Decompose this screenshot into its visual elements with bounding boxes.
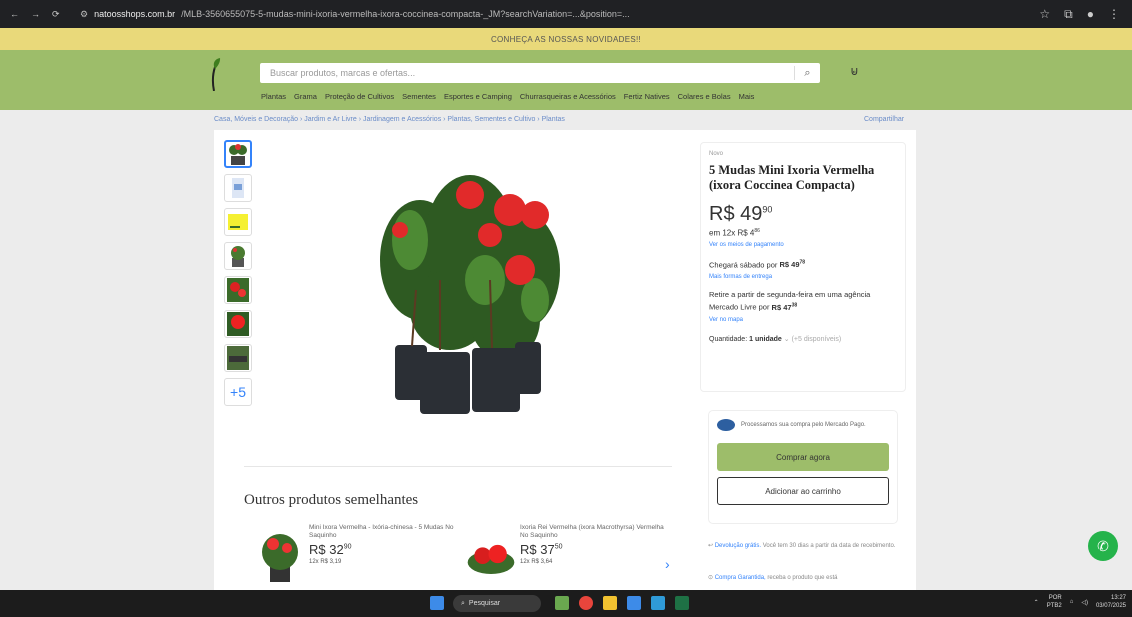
similar-products-title: Outros produtos semelhantes: [244, 492, 419, 508]
similar-product-title[interactable]: Ixoria Rei Vermelha (ixora Macrothyrsa) …: [520, 524, 666, 540]
buy-box: Novo 5 Mudas Mini Ixoria Vermelha (ixora…: [700, 142, 906, 392]
share-link[interactable]: Compartilhar: [864, 116, 904, 123]
taskbar-apps: [555, 596, 689, 610]
category-link[interactable]: Mais: [739, 92, 755, 101]
network-icon[interactable]: ⌂: [1070, 599, 1074, 605]
taskbar-pinned: [430, 596, 444, 610]
url-domain: natoosshops.com.br: [94, 9, 176, 19]
similar-product-price: R$ 3750: [520, 542, 563, 557]
bookmark-star-icon[interactable]: ☆: [1039, 7, 1050, 22]
site-logo[interactable]: [207, 57, 221, 91]
thumbnail-image[interactable]: [224, 344, 252, 372]
thumbnail-image[interactable]: [224, 310, 252, 338]
category-nav: Plantas Grama Proteção de Cultivos Semen…: [261, 92, 754, 101]
reload-icon[interactable]: ⟳: [52, 9, 60, 20]
whatsapp-icon[interactable]: ✆: [1088, 531, 1118, 561]
category-link[interactable]: Plantas: [261, 92, 286, 101]
cart-icon[interactable]: ⊌: [850, 64, 859, 78]
warranty-info: ⊙ Compra Garantida, receba o produto que…: [708, 575, 838, 581]
divider: [244, 466, 672, 467]
carousel-next-icon[interactable]: ›: [665, 556, 670, 572]
language-indicator[interactable]: POR PTB2: [1047, 594, 1062, 610]
product-image: [380, 175, 560, 414]
profile-icon[interactable]: ●: [1087, 7, 1094, 22]
volume-icon[interactable]: ◁): [1081, 599, 1088, 606]
category-link[interactable]: Sementes: [402, 92, 436, 101]
tray-chevron-icon[interactable]: ⌃: [1034, 599, 1039, 606]
category-link[interactable]: Esportes e Camping: [444, 92, 512, 101]
condition-label: Novo: [709, 151, 724, 157]
quantity-selector[interactable]: Quantidade: 1 unidade ⌄ (+5 disponíveis): [709, 335, 897, 343]
product-price: R$ 4990: [709, 203, 773, 225]
search-icon[interactable]: ⌕: [794, 66, 820, 80]
similar-product-image: [467, 544, 515, 574]
thumbnail-more-label: +5: [230, 384, 246, 400]
thumbnail-image[interactable]: [224, 276, 252, 304]
category-link[interactable]: Grama: [294, 92, 317, 101]
browser-toolbar: ← → ⟳ ⚙ natoosshops.com.br/MLB-356065507…: [0, 0, 1132, 28]
url-path: /MLB-3560655075-5-mudas-mini-ixoria-verm…: [181, 9, 630, 19]
thumbnail-image[interactable]: [224, 140, 252, 168]
windows-taskbar: ⌕ Pesquisar ⌃ POR PTB2 ⌂ ◁) 13:27 03/07/202…: [0, 590, 1132, 617]
payment-methods-link[interactable]: Ver os meios de pagamento: [709, 242, 897, 248]
category-link[interactable]: Proteção de Cultivos: [325, 92, 394, 101]
windows-start-icon[interactable]: [430, 596, 444, 610]
search-bar[interactable]: Buscar produtos, marcas e ofertas... ⌕: [260, 63, 820, 83]
warranty-link[interactable]: Compra Garantida,: [715, 575, 766, 581]
store-icon[interactable]: [627, 596, 641, 610]
chrome-icon[interactable]: [579, 596, 593, 610]
shipping-options-link[interactable]: Mais formas de entrega: [709, 274, 897, 280]
buy-now-button[interactable]: Comprar agora: [717, 443, 889, 471]
category-link[interactable]: Churrasqueiras e Acessórios: [520, 92, 616, 101]
return-link[interactable]: Devolução grátis.: [715, 543, 761, 549]
installments: em 12x R$ 486: [709, 228, 760, 238]
thumbnail-gallery: +5: [224, 140, 254, 412]
widgets-icon[interactable]: [555, 596, 569, 610]
app-icon[interactable]: [651, 596, 665, 610]
excel-icon[interactable]: [675, 596, 689, 610]
menu-icon[interactable]: ⋮: [1108, 7, 1120, 22]
similar-product-installments: 12x R$ 3,19: [309, 559, 342, 565]
similar-product-card[interactable]: Ixoria Rei Vermelha (ixora Macrothyrsa) …: [466, 524, 666, 594]
search-input[interactable]: Buscar produtos, marcas e ofertas...: [260, 68, 794, 78]
mercado-pago-info: Processamos sua compra pelo Mercado Pago…: [717, 419, 889, 431]
system-tray: ⌃ POR PTB2 ⌂ ◁) 13:27 03/07/2025: [1034, 594, 1126, 610]
back-icon[interactable]: ←: [10, 9, 19, 20]
extensions-icon[interactable]: ⧉: [1064, 7, 1073, 22]
mercado-pago-icon: [717, 419, 735, 431]
similar-product-image: [262, 534, 298, 582]
promo-banner[interactable]: CONHEÇA AS NOSSAS NOVIDADES!!: [0, 28, 1132, 50]
category-link[interactable]: Colares e Bolas: [678, 92, 731, 101]
thumbnail-image[interactable]: [224, 242, 252, 270]
similar-product-title[interactable]: Mini Ixora Vermelha - Ixória-chinesa - 5…: [309, 524, 455, 540]
thumbnail-image[interactable]: [224, 174, 252, 202]
thumbnail-image[interactable]: [224, 208, 252, 236]
pickup-info: Retire a partir de segunda-feira em uma …: [709, 290, 871, 312]
site-header: Buscar produtos, marcas e ofertas... ⌕ ⊌…: [0, 50, 1132, 110]
map-link[interactable]: Ver no mapa: [709, 317, 897, 323]
breadcrumb[interactable]: Casa, Móveis e Decoração › Jardim e Ar L…: [214, 116, 565, 123]
taskbar-search[interactable]: ⌕ Pesquisar: [453, 595, 541, 612]
thumbnail-more[interactable]: +5: [224, 378, 252, 406]
search-icon: ⌕: [461, 599, 465, 607]
address-bar[interactable]: ⚙ natoosshops.com.br/MLB-3560655075-5-mu…: [80, 9, 1027, 20]
site-info-icon[interactable]: ⚙: [80, 9, 88, 20]
add-to-cart-button[interactable]: Adicionar ao carrinho: [717, 477, 889, 505]
forward-icon[interactable]: →: [31, 9, 40, 20]
payment-box: Processamos sua compra pelo Mercado Pago…: [708, 410, 898, 524]
shipping-info: Chegará sábado por R$ 4978: [709, 259, 806, 270]
category-link[interactable]: Fertiz Natives: [624, 92, 670, 101]
similar-product-price: R$ 3290: [309, 542, 352, 557]
product-title: 5 Mudas Mini Ixoria Vermelha (ixora Cocc…: [709, 163, 875, 192]
similar-product-card[interactable]: Mini Ixora Vermelha - Ixória-chinesa - 5…: [255, 524, 455, 594]
return-policy: ↩ Devolução grátis. Você tem 30 dias a p…: [708, 543, 896, 549]
clock[interactable]: 13:27 03/07/2025: [1096, 594, 1126, 610]
similar-product-installments: 12x R$ 3,64: [520, 559, 553, 565]
promo-banner-text: CONHEÇA AS NOSSAS NOVIDADES!!: [490, 34, 642, 44]
file-explorer-icon[interactable]: [603, 596, 617, 610]
